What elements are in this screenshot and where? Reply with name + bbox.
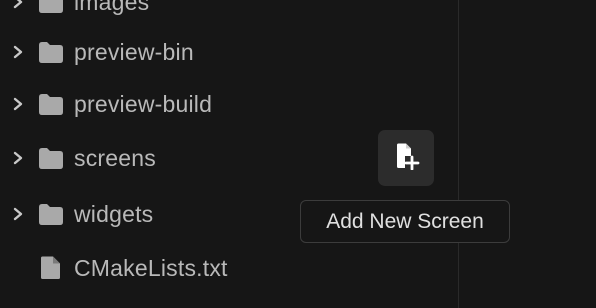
tree-item-preview-bin[interactable]: preview-bin xyxy=(0,25,458,79)
folder-icon xyxy=(38,146,64,170)
chevron-right-icon[interactable] xyxy=(10,96,26,112)
tooltip: Add New Screen xyxy=(300,200,510,243)
tree-item-label: widgets xyxy=(74,200,154,227)
app-window: images preview-bin preview-build screens… xyxy=(0,0,596,308)
tree-item-label: CMakeLists.txt xyxy=(74,254,228,281)
tree-item-label: screens xyxy=(74,144,156,171)
tree-item-cmakelists[interactable]: CMakeLists.txt xyxy=(0,241,458,295)
panel-divider[interactable] xyxy=(458,0,459,308)
folder-icon xyxy=(38,202,64,226)
chevron-right-icon[interactable] xyxy=(10,0,26,10)
tree-item-label: preview-build xyxy=(74,90,213,117)
folder-icon xyxy=(38,0,64,14)
tree-item-label: images xyxy=(74,0,150,15)
folder-icon xyxy=(38,40,64,64)
file-plus-icon xyxy=(392,142,420,175)
add-new-screen-button[interactable] xyxy=(378,130,434,186)
chevron-right-icon[interactable] xyxy=(10,44,26,60)
chevron-right-icon[interactable] xyxy=(10,150,26,166)
file-icon xyxy=(38,256,64,280)
folder-icon xyxy=(38,92,64,116)
tree-item-preview-build[interactable]: preview-build xyxy=(0,77,458,131)
tree-item-label: preview-bin xyxy=(74,38,194,65)
chevron-right-icon[interactable] xyxy=(10,206,26,222)
